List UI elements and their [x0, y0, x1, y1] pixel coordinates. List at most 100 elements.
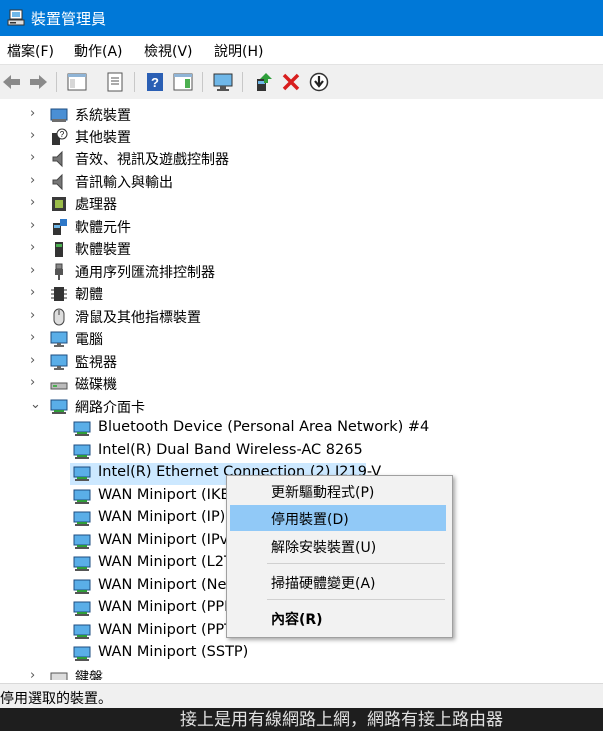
expand-chevron-icon[interactable]: ›: [30, 285, 42, 301]
tree-category-label: 滑鼠及其他指標裝置: [75, 310, 201, 326]
tree-category-disk-drives[interactable]: › 磁碟機: [0, 373, 603, 395]
update-driver-icon[interactable]: [252, 71, 274, 93]
expand-chevron-icon[interactable]: ›: [30, 128, 42, 144]
status-bar: 停用選取的裝置。: [0, 683, 603, 709]
show-hide-console-tree-icon[interactable]: [66, 71, 88, 93]
scan-hardware-icon[interactable]: [212, 71, 234, 93]
tree-category-usb-controllers[interactable]: › 通用序列匯流排控制器: [0, 261, 603, 283]
menu-item-disable-device[interactable]: 停用裝置(D): [230, 505, 446, 531]
menu-item-label: 停用裝置(D): [271, 512, 349, 528]
expand-chevron-icon[interactable]: ›: [30, 195, 42, 211]
tree-category-computer[interactable]: › 電腦: [0, 328, 603, 350]
tree-category-monitors[interactable]: › 監視器: [0, 351, 603, 373]
network-adapter-icon: [73, 646, 91, 661]
help-icon[interactable]: ?: [144, 71, 166, 93]
expand-chevron-icon[interactable]: ›: [30, 218, 42, 234]
menu-item-uninstall-device[interactable]: 解除安裝裝置(U): [230, 533, 446, 559]
expand-chevron-icon[interactable]: ›: [30, 240, 42, 256]
network-adapter-icon: [50, 399, 68, 414]
tree-device-intel-wireless[interactable]: Intel(R) Dual Band Wireless-AC 8265: [0, 441, 603, 463]
tree-category-label: 處理器: [75, 197, 117, 213]
menu-item-properties[interactable]: 內容(R): [230, 605, 446, 631]
menu-item-update-driver[interactable]: 更新驅動程式(P): [230, 478, 446, 504]
tree-device-wan-sstp[interactable]: WAN Miniport (SSTP): [0, 643, 603, 665]
forward-arrow-icon[interactable]: [28, 71, 50, 93]
menu-item-label: 更新驅動程式(P): [271, 485, 375, 501]
tree-device-label: WAN Miniport (PPTP): [98, 622, 248, 638]
tree-category-mice[interactable]: › 滑鼠及其他指標裝置: [0, 306, 603, 328]
menu-item-scan-hardware[interactable]: 掃描硬體變更(A): [230, 569, 446, 595]
device-manager-app-icon: [7, 9, 25, 26]
tree-category-firmware[interactable]: › 韌體: [0, 283, 603, 305]
expand-chevron-icon[interactable]: ›: [30, 668, 42, 680]
expand-chevron-icon[interactable]: ›: [30, 353, 42, 369]
tree-device-label: WAN Miniport (SSTP): [98, 644, 249, 660]
disk-drive-icon: [50, 382, 68, 390]
title-bar[interactable]: 裝置管理員: [0, 0, 603, 36]
menu-item-label: 內容(R): [271, 612, 323, 628]
firmware-chip-icon: [51, 287, 67, 301]
network-adapter-icon: [73, 534, 91, 549]
menu-item-label: 掃描硬體變更(A): [271, 576, 376, 592]
expand-chevron-icon[interactable]: ›: [30, 173, 42, 189]
background-window-strip: 接上是用有線網路上網，網路有接上路由器: [0, 708, 603, 731]
toolbar-separator: [242, 72, 243, 92]
toolbar: ?: [0, 64, 603, 100]
window-title: 裝置管理員: [31, 10, 107, 28]
tree-category-software-devices[interactable]: › 軟體裝置: [0, 238, 603, 260]
computer-monitor-icon: [50, 331, 68, 347]
processor-icon: [52, 197, 66, 211]
uninstall-device-icon[interactable]: [280, 71, 302, 93]
expand-chevron-icon[interactable]: ›: [30, 263, 42, 279]
expand-chevron-icon[interactable]: ›: [30, 308, 42, 324]
tree-category-label: 音效、視訊及遊戲控制器: [75, 152, 229, 168]
tree-category-label: 磁碟機: [75, 377, 117, 393]
background-text: 接上是用有線網路上網，網路有接上路由器: [180, 710, 503, 730]
menu-help[interactable]: 說明(H): [214, 41, 263, 61]
tree-device-label: WAN Miniport (IPv6): [98, 532, 244, 548]
tree-device-label: WAN Miniport (L2TP): [98, 554, 248, 570]
tree-category-other-devices[interactable]: › ? 其他裝置: [0, 126, 603, 148]
tree-category-sound-video-game[interactable]: › 音效、視訊及遊戲控制器: [0, 148, 603, 170]
toolbar-separator: [202, 72, 203, 92]
menu-file[interactable]: 檔案(F): [7, 41, 54, 61]
monitor-icon: [50, 354, 68, 370]
svg-text:?: ?: [60, 130, 65, 139]
tree-category-software-components[interactable]: › 軟體元件: [0, 216, 603, 238]
action-pane-icon[interactable]: [172, 71, 194, 93]
expand-chevron-icon[interactable]: ›: [30, 106, 42, 122]
tree-category-processors[interactable]: › 處理器: [0, 193, 603, 215]
tree-category-keyboards[interactable]: › 鍵盤: [0, 666, 603, 680]
back-arrow-icon[interactable]: [0, 71, 22, 93]
tree-category-audio-io[interactable]: › 音訊輸入與輸出: [0, 171, 603, 193]
expand-chevron-icon[interactable]: ›: [30, 330, 42, 346]
menu-bar: 檔案(F) 動作(A) 檢視(V) 說明(H): [0, 36, 603, 64]
properties-sheet-icon[interactable]: [104, 71, 126, 93]
software-components-icon: [53, 219, 67, 235]
expand-chevron-icon[interactable]: ›: [30, 150, 42, 166]
tree-category-label: 通用序列匯流排控制器: [75, 265, 215, 281]
tree-category-network-adapters[interactable]: ⌄ 網路介面卡: [0, 396, 603, 418]
status-text: 停用選取的裝置。: [0, 691, 112, 707]
tree-category-label: 系統裝置: [75, 108, 131, 124]
tree-category-label: 網路介面卡: [75, 400, 145, 416]
network-adapter-icon: [73, 601, 91, 616]
tree-category-label: 軟體元件: [75, 220, 131, 236]
network-adapter-icon: [73, 579, 91, 594]
menu-separator: [267, 599, 445, 600]
tree-category-label: 電腦: [75, 332, 103, 348]
tree-device-bluetooth-pan[interactable]: Bluetooth Device (Personal Area Network)…: [0, 418, 603, 440]
menu-separator: [267, 563, 445, 564]
software-devices-icon: [55, 242, 63, 257]
collapse-chevron-icon[interactable]: ⌄: [30, 397, 42, 413]
expand-chevron-icon[interactable]: ›: [30, 375, 42, 391]
other-devices-icon: ?: [52, 128, 68, 145]
tree-category-system-devices[interactable]: › 系統裝置: [0, 104, 603, 126]
tree-device-label: Intel(R) Dual Band Wireless-AC 8265: [98, 442, 363, 458]
tree-category-label: 鍵盤: [75, 670, 103, 680]
device-manager-window: 裝置管理員 檔案(F) 動作(A) 檢視(V) 說明(H) ? › 系統裝置 ›…: [0, 0, 603, 709]
menu-view[interactable]: 檢視(V): [144, 41, 193, 61]
keyboard-icon: [50, 672, 68, 680]
menu-action[interactable]: 動作(A): [74, 41, 123, 61]
disable-device-icon[interactable]: [308, 71, 330, 93]
